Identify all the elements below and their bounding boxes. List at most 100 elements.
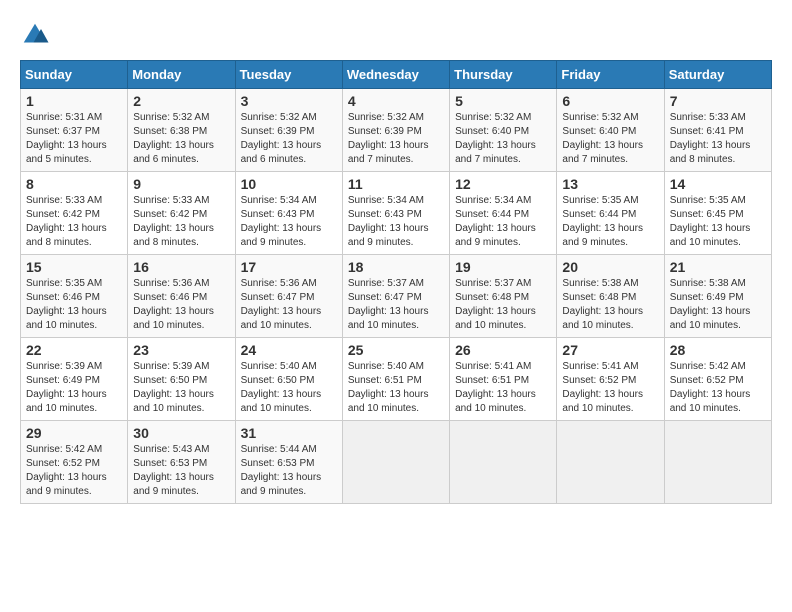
day-cell: 31 Sunrise: 5:44 AM Sunset: 6:53 PM Dayl… <box>235 421 342 504</box>
day-info: Sunrise: 5:40 AM Sunset: 6:50 PM Dayligh… <box>241 360 337 416</box>
calendar-header: SundayMondayTuesdayWednesdayThursdayFrid… <box>21 61 772 89</box>
day-info: Sunrise: 5:35 AM Sunset: 6:45 PM Dayligh… <box>670 194 766 250</box>
day-cell: 11 Sunrise: 5:34 AM Sunset: 6:43 PM Dayl… <box>342 172 449 255</box>
day-cell: 15 Sunrise: 5:35 AM Sunset: 6:46 PM Dayl… <box>21 255 128 338</box>
day-info: Sunrise: 5:34 AM Sunset: 6:44 PM Dayligh… <box>455 194 551 250</box>
day-cell: 27 Sunrise: 5:41 AM Sunset: 6:52 PM Dayl… <box>557 338 664 421</box>
day-cell: 8 Sunrise: 5:33 AM Sunset: 6:42 PM Dayli… <box>21 172 128 255</box>
day-info: Sunrise: 5:32 AM Sunset: 6:39 PM Dayligh… <box>241 111 337 167</box>
day-cell <box>450 421 557 504</box>
header-cell-friday: Friday <box>557 61 664 89</box>
day-info: Sunrise: 5:32 AM Sunset: 6:40 PM Dayligh… <box>562 111 658 167</box>
day-number: 4 <box>348 93 444 109</box>
week-row-2: 8 Sunrise: 5:33 AM Sunset: 6:42 PM Dayli… <box>21 172 772 255</box>
week-row-3: 15 Sunrise: 5:35 AM Sunset: 6:46 PM Dayl… <box>21 255 772 338</box>
day-number: 19 <box>455 259 551 275</box>
day-info: Sunrise: 5:33 AM Sunset: 6:41 PM Dayligh… <box>670 111 766 167</box>
day-info: Sunrise: 5:39 AM Sunset: 6:50 PM Dayligh… <box>133 360 229 416</box>
day-number: 1 <box>26 93 122 109</box>
day-info: Sunrise: 5:37 AM Sunset: 6:47 PM Dayligh… <box>348 277 444 333</box>
day-cell: 30 Sunrise: 5:43 AM Sunset: 6:53 PM Dayl… <box>128 421 235 504</box>
calendar-body: 1 Sunrise: 5:31 AM Sunset: 6:37 PM Dayli… <box>21 89 772 504</box>
day-number: 23 <box>133 342 229 358</box>
day-cell: 17 Sunrise: 5:36 AM Sunset: 6:47 PM Dayl… <box>235 255 342 338</box>
day-info: Sunrise: 5:42 AM Sunset: 6:52 PM Dayligh… <box>26 443 122 499</box>
day-info: Sunrise: 5:31 AM Sunset: 6:37 PM Dayligh… <box>26 111 122 167</box>
header-cell-tuesday: Tuesday <box>235 61 342 89</box>
day-cell <box>557 421 664 504</box>
day-cell: 5 Sunrise: 5:32 AM Sunset: 6:40 PM Dayli… <box>450 89 557 172</box>
day-number: 20 <box>562 259 658 275</box>
day-number: 29 <box>26 425 122 441</box>
day-info: Sunrise: 5:40 AM Sunset: 6:51 PM Dayligh… <box>348 360 444 416</box>
day-cell: 4 Sunrise: 5:32 AM Sunset: 6:39 PM Dayli… <box>342 89 449 172</box>
day-number: 10 <box>241 176 337 192</box>
day-number: 7 <box>670 93 766 109</box>
day-info: Sunrise: 5:34 AM Sunset: 6:43 PM Dayligh… <box>241 194 337 250</box>
day-info: Sunrise: 5:37 AM Sunset: 6:48 PM Dayligh… <box>455 277 551 333</box>
day-number: 6 <box>562 93 658 109</box>
day-number: 31 <box>241 425 337 441</box>
week-row-1: 1 Sunrise: 5:31 AM Sunset: 6:37 PM Dayli… <box>21 89 772 172</box>
day-cell: 26 Sunrise: 5:41 AM Sunset: 6:51 PM Dayl… <box>450 338 557 421</box>
day-info: Sunrise: 5:32 AM Sunset: 6:39 PM Dayligh… <box>348 111 444 167</box>
logo <box>20 20 54 50</box>
day-info: Sunrise: 5:36 AM Sunset: 6:46 PM Dayligh… <box>133 277 229 333</box>
day-info: Sunrise: 5:36 AM Sunset: 6:47 PM Dayligh… <box>241 277 337 333</box>
day-cell: 28 Sunrise: 5:42 AM Sunset: 6:52 PM Dayl… <box>664 338 771 421</box>
day-cell: 3 Sunrise: 5:32 AM Sunset: 6:39 PM Dayli… <box>235 89 342 172</box>
day-number: 22 <box>26 342 122 358</box>
day-cell: 18 Sunrise: 5:37 AM Sunset: 6:47 PM Dayl… <box>342 255 449 338</box>
calendar-table: SundayMondayTuesdayWednesdayThursdayFrid… <box>20 60 772 504</box>
day-cell: 14 Sunrise: 5:35 AM Sunset: 6:45 PM Dayl… <box>664 172 771 255</box>
day-number: 8 <box>26 176 122 192</box>
day-cell: 9 Sunrise: 5:33 AM Sunset: 6:42 PM Dayli… <box>128 172 235 255</box>
day-number: 26 <box>455 342 551 358</box>
day-cell: 6 Sunrise: 5:32 AM Sunset: 6:40 PM Dayli… <box>557 89 664 172</box>
day-number: 15 <box>26 259 122 275</box>
header-cell-thursday: Thursday <box>450 61 557 89</box>
day-info: Sunrise: 5:32 AM Sunset: 6:40 PM Dayligh… <box>455 111 551 167</box>
day-cell: 20 Sunrise: 5:38 AM Sunset: 6:48 PM Dayl… <box>557 255 664 338</box>
day-number: 18 <box>348 259 444 275</box>
day-cell <box>342 421 449 504</box>
logo-icon <box>20 20 50 50</box>
day-info: Sunrise: 5:33 AM Sunset: 6:42 PM Dayligh… <box>26 194 122 250</box>
day-cell: 7 Sunrise: 5:33 AM Sunset: 6:41 PM Dayli… <box>664 89 771 172</box>
day-number: 9 <box>133 176 229 192</box>
day-number: 3 <box>241 93 337 109</box>
day-info: Sunrise: 5:44 AM Sunset: 6:53 PM Dayligh… <box>241 443 337 499</box>
day-info: Sunrise: 5:33 AM Sunset: 6:42 PM Dayligh… <box>133 194 229 250</box>
header-cell-sunday: Sunday <box>21 61 128 89</box>
day-cell: 13 Sunrise: 5:35 AM Sunset: 6:44 PM Dayl… <box>557 172 664 255</box>
day-cell: 29 Sunrise: 5:42 AM Sunset: 6:52 PM Dayl… <box>21 421 128 504</box>
day-number: 21 <box>670 259 766 275</box>
day-cell: 24 Sunrise: 5:40 AM Sunset: 6:50 PM Dayl… <box>235 338 342 421</box>
day-cell <box>664 421 771 504</box>
day-number: 5 <box>455 93 551 109</box>
header-cell-monday: Monday <box>128 61 235 89</box>
day-cell: 12 Sunrise: 5:34 AM Sunset: 6:44 PM Dayl… <box>450 172 557 255</box>
day-cell: 21 Sunrise: 5:38 AM Sunset: 6:49 PM Dayl… <box>664 255 771 338</box>
day-info: Sunrise: 5:41 AM Sunset: 6:52 PM Dayligh… <box>562 360 658 416</box>
day-info: Sunrise: 5:38 AM Sunset: 6:48 PM Dayligh… <box>562 277 658 333</box>
day-number: 28 <box>670 342 766 358</box>
day-cell: 23 Sunrise: 5:39 AM Sunset: 6:50 PM Dayl… <box>128 338 235 421</box>
day-cell: 16 Sunrise: 5:36 AM Sunset: 6:46 PM Dayl… <box>128 255 235 338</box>
day-number: 17 <box>241 259 337 275</box>
header-cell-wednesday: Wednesday <box>342 61 449 89</box>
day-info: Sunrise: 5:38 AM Sunset: 6:49 PM Dayligh… <box>670 277 766 333</box>
day-info: Sunrise: 5:35 AM Sunset: 6:44 PM Dayligh… <box>562 194 658 250</box>
header-cell-saturday: Saturday <box>664 61 771 89</box>
week-row-4: 22 Sunrise: 5:39 AM Sunset: 6:49 PM Dayl… <box>21 338 772 421</box>
day-info: Sunrise: 5:32 AM Sunset: 6:38 PM Dayligh… <box>133 111 229 167</box>
day-number: 12 <box>455 176 551 192</box>
day-cell: 22 Sunrise: 5:39 AM Sunset: 6:49 PM Dayl… <box>21 338 128 421</box>
day-number: 25 <box>348 342 444 358</box>
day-info: Sunrise: 5:42 AM Sunset: 6:52 PM Dayligh… <box>670 360 766 416</box>
day-info: Sunrise: 5:39 AM Sunset: 6:49 PM Dayligh… <box>26 360 122 416</box>
day-number: 30 <box>133 425 229 441</box>
day-number: 11 <box>348 176 444 192</box>
day-cell: 10 Sunrise: 5:34 AM Sunset: 6:43 PM Dayl… <box>235 172 342 255</box>
day-info: Sunrise: 5:41 AM Sunset: 6:51 PM Dayligh… <box>455 360 551 416</box>
